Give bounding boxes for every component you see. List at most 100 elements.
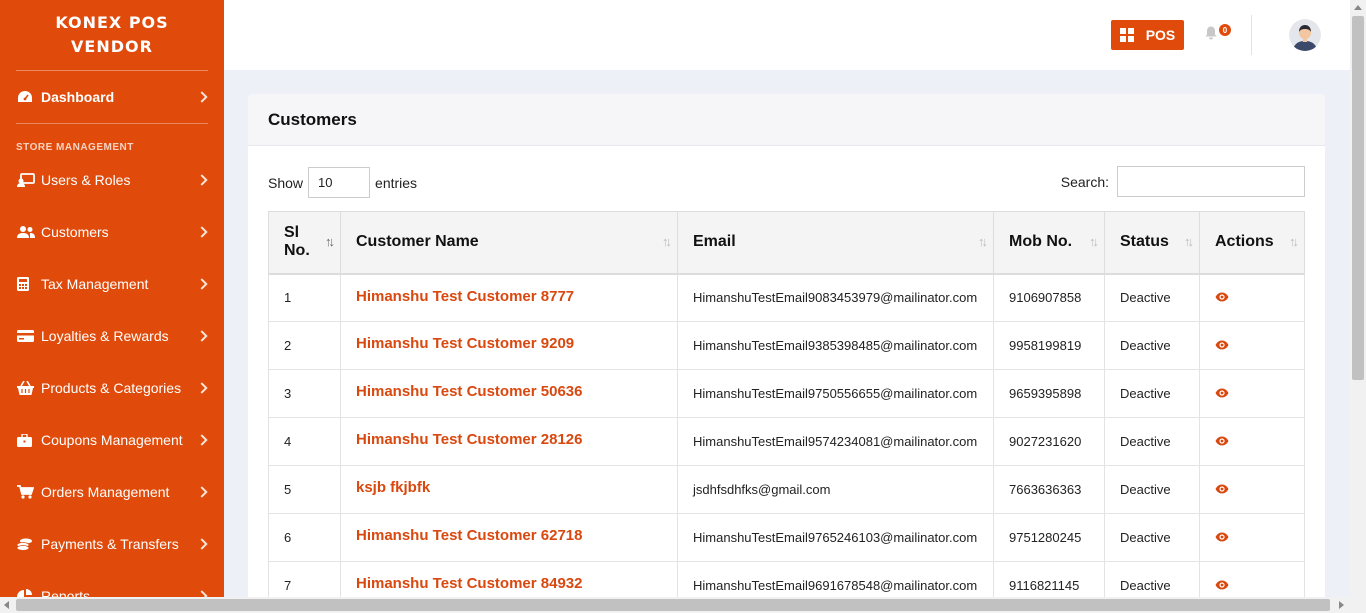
avatar[interactable] [1289, 19, 1321, 51]
chevron-right-icon [196, 226, 208, 238]
sidebar-section-label: STORE MANAGEMENT [16, 142, 134, 153]
view-eye-icon[interactable] [1215, 386, 1229, 401]
sidebar-item-products-categories[interactable]: Products & Categories [0, 362, 224, 414]
chevron-right-icon [196, 590, 208, 597]
scroll-left-arrow-icon[interactable] [4, 601, 9, 609]
customer-name-link[interactable]: ksjb fkjbfk [340, 465, 678, 514]
show-label: Show [268, 174, 304, 191]
column-header-actions[interactable]: Actions ↑↓ [1199, 211, 1305, 275]
cart-icon [17, 485, 37, 499]
horizontal-scrollbar-thumb[interactable] [16, 599, 1330, 611]
sidebar-item-loyalties-rewards[interactable]: Loyalties & Rewards [0, 310, 224, 362]
cell-sl-no: 2 [268, 321, 341, 370]
column-header-email[interactable]: Email ↑↓ [677, 211, 994, 275]
pos-button[interactable]: POS [1111, 20, 1184, 50]
cell-actions [1199, 321, 1305, 370]
column-header-mob-no[interactable]: Mob No. ↑↓ [993, 211, 1105, 275]
grid-icon [1119, 28, 1134, 42]
column-header-label: Customer Name [356, 233, 479, 251]
column-header-sl-no[interactable]: Sl No. ↑↓ [268, 211, 341, 275]
customer-name-link[interactable]: Himanshu Test Customer 28126 [340, 417, 678, 466]
customer-name-link[interactable]: Himanshu Test Customer 8777 [340, 273, 678, 322]
cell-status: Deactive [1104, 465, 1200, 514]
customer-name-link[interactable]: Himanshu Test Customer 50636 [340, 369, 678, 418]
chevron-right-icon [196, 538, 208, 550]
cell-actions [1199, 369, 1305, 418]
view-eye-icon[interactable] [1215, 434, 1229, 449]
brand-line2: VENDOR [71, 37, 153, 56]
cell-sl-no: 5 [268, 465, 341, 514]
cell-email: HimanshuTestEmail9083453979@mailinator.c… [677, 273, 994, 322]
credit-card-icon [17, 330, 37, 342]
chevron-right-icon [196, 91, 208, 103]
cell-email: HimanshuTestEmail9691678548@mailinator.c… [677, 561, 994, 597]
entries-length-control: Show 10 entries [268, 167, 417, 198]
sidebar-item-tax-management[interactable]: Tax Management [0, 258, 224, 310]
sidebar-item-payments-transfers[interactable]: Payments & Transfers [0, 518, 224, 570]
column-header-line: No. [284, 242, 310, 260]
users-roles-icon [17, 173, 37, 187]
sidebar-item-reports[interactable]: Reports [0, 570, 224, 597]
search-input[interactable] [1117, 166, 1305, 197]
table-row: 2 Himanshu Test Customer 9209 HimanshuTe… [268, 321, 1305, 370]
table-row: 5 ksjb fkjbfk jsdhfsdhfks@gmail.com 7663… [268, 465, 1305, 514]
table-row: 6 Himanshu Test Customer 62718 HimanshuT… [268, 513, 1305, 562]
sort-asc-icon: ↑↓ [325, 234, 335, 250]
cell-status: Deactive [1104, 561, 1200, 597]
sort-icon: ↑↓ [1289, 234, 1299, 250]
customer-name-link[interactable]: Himanshu Test Customer 9209 [340, 321, 678, 370]
column-header-status[interactable]: Status ↑↓ [1104, 211, 1200, 275]
sidebar-item-orders-management[interactable]: Orders Management [0, 466, 224, 518]
horizontal-scrollbar[interactable] [0, 597, 1366, 613]
table-row: 3 Himanshu Test Customer 50636 HimanshuT… [268, 369, 1305, 418]
chart-icon [17, 588, 37, 597]
cell-mobile: 9958199819 [993, 321, 1105, 370]
column-header-label: Mob No. [1009, 233, 1073, 251]
dashboard-icon [17, 90, 37, 104]
cell-actions [1199, 465, 1305, 514]
sidebar-item-customers[interactable]: Customers [0, 206, 224, 258]
view-eye-icon[interactable] [1215, 578, 1229, 593]
bell-icon[interactable] [1205, 26, 1217, 45]
search-label: Search: [1060, 173, 1109, 190]
column-header-label: Status [1120, 233, 1169, 251]
sort-icon: ↑↓ [978, 234, 988, 250]
sidebar-item-users-roles[interactable]: Users & Roles [0, 154, 224, 206]
chevron-right-icon [196, 278, 208, 290]
entries-select[interactable]: 10 [308, 167, 371, 198]
chevron-right-icon [196, 330, 208, 342]
sidebar-item-label: Payments & Transfers [41, 536, 179, 552]
vertical-scrollbar[interactable] [1350, 0, 1366, 597]
notification-badge: 0 [1219, 24, 1231, 36]
sidebar: KONEX POS VENDOR Dashboard STORE MANAGEM… [0, 0, 224, 597]
cell-mobile: 9116821145 [993, 561, 1105, 597]
view-eye-icon[interactable] [1215, 338, 1229, 353]
cell-sl-no: 6 [268, 513, 341, 562]
view-eye-icon[interactable] [1215, 290, 1229, 305]
customers-table: Sl No. ↑↓ Customer Name ↑↓ Email ↑↓ Mob … [268, 211, 1305, 597]
scroll-up-arrow-icon[interactable] [1354, 5, 1362, 10]
vertical-scrollbar-thumb[interactable] [1352, 16, 1364, 380]
customer-name-link[interactable]: Himanshu Test Customer 84932 [340, 561, 678, 597]
cell-status: Deactive [1104, 513, 1200, 562]
sidebar-item-label: Products & Categories [41, 380, 182, 396]
sidebar-item-dashboard[interactable]: Dashboard [0, 71, 224, 123]
customer-name-link[interactable]: Himanshu Test Customer 62718 [340, 513, 678, 562]
cell-status: Deactive [1104, 321, 1200, 370]
view-eye-icon[interactable] [1215, 530, 1229, 545]
briefcase-icon [17, 433, 37, 447]
table-row: 7 Himanshu Test Customer 84932 HimanshuT… [268, 561, 1305, 597]
cell-sl-no: 3 [268, 369, 341, 418]
cell-email: HimanshuTestEmail9574234081@mailinator.c… [677, 417, 994, 466]
cell-actions [1199, 417, 1305, 466]
brand-logo: KONEX POS VENDOR [0, 0, 224, 70]
view-eye-icon[interactable] [1215, 482, 1229, 497]
cell-actions [1199, 561, 1305, 597]
basket-icon [17, 381, 37, 395]
cell-actions [1199, 513, 1305, 562]
cell-mobile: 9027231620 [993, 417, 1105, 466]
table-row: 4 Himanshu Test Customer 28126 HimanshuT… [268, 417, 1305, 466]
scroll-right-arrow-icon[interactable] [1339, 601, 1344, 609]
column-header-customer-name[interactable]: Customer Name ↑↓ [340, 211, 678, 275]
sidebar-item-coupons-management[interactable]: Coupons Management [0, 414, 224, 466]
